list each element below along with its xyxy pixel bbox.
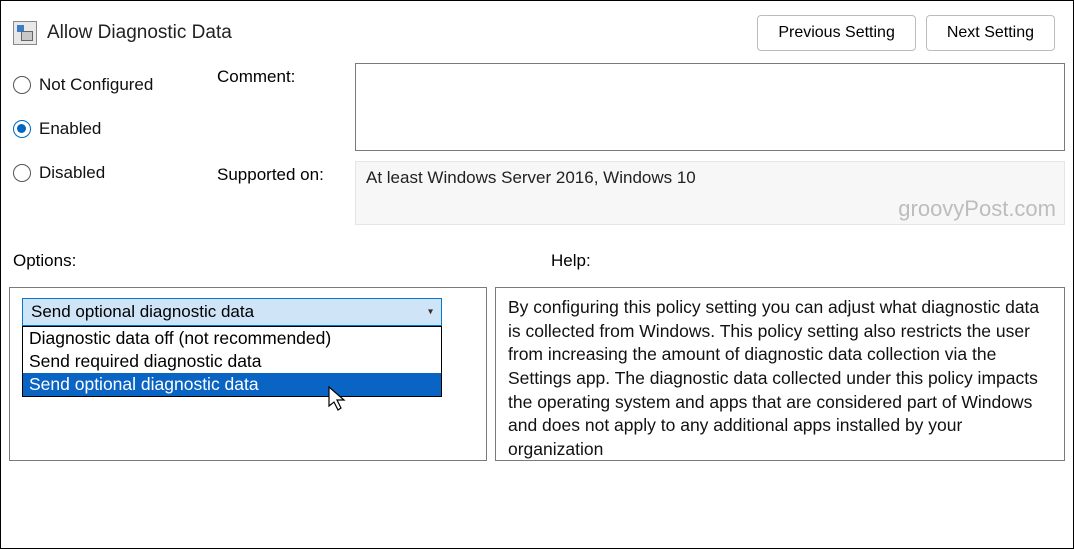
radio-label: Disabled (39, 163, 105, 183)
dropdown-option-optional[interactable]: Send optional diagnostic data (23, 373, 441, 396)
dropdown-selected[interactable]: Send optional diagnostic data ▾ (22, 298, 442, 326)
comment-label: Comment: (217, 63, 355, 87)
radio-icon (13, 76, 31, 94)
window-title: Allow Diagnostic Data (47, 22, 232, 44)
radio-label: Not Configured (39, 75, 153, 95)
supported-on-text: At least Windows Server 2016, Windows 10 (366, 168, 696, 187)
supported-on-label: Supported on: (217, 161, 355, 185)
help-section-label: Help: (551, 251, 591, 271)
options-section-label: Options: (13, 251, 551, 271)
help-panel: By configuring this policy setting you c… (495, 287, 1065, 461)
supported-on-value: At least Windows Server 2016, Windows 10… (355, 161, 1065, 225)
radio-not-configured[interactable]: Not Configured (13, 75, 211, 95)
chevron-down-icon: ▾ (428, 307, 433, 318)
next-setting-button[interactable]: Next Setting (926, 15, 1055, 51)
dropdown-option-required[interactable]: Send required diagnostic data (23, 350, 441, 373)
options-panel: Send optional diagnostic data ▾ Diagnost… (9, 287, 487, 461)
radio-icon (13, 120, 31, 138)
nav-buttons: Previous Setting Next Setting (757, 15, 1055, 51)
policy-icon (13, 21, 37, 45)
watermark-text: groovyPost.com (898, 196, 1056, 222)
radio-disabled[interactable]: Disabled (13, 163, 211, 183)
previous-setting-button[interactable]: Previous Setting (757, 15, 916, 51)
dropdown-list: Diagnostic data off (not recommended) Se… (22, 326, 442, 397)
dropdown-option-off[interactable]: Diagnostic data off (not recommended) (23, 327, 441, 350)
state-radio-group: Not Configured Enabled Disabled (13, 63, 211, 235)
title-bar: Allow Diagnostic Data Previous Setting N… (1, 1, 1073, 59)
radio-enabled[interactable]: Enabled (13, 119, 211, 139)
dropdown-selected-text: Send optional diagnostic data (31, 302, 254, 322)
radio-label: Enabled (39, 119, 101, 139)
comment-textarea[interactable] (355, 63, 1065, 151)
diagnostic-level-dropdown[interactable]: Send optional diagnostic data ▾ Diagnost… (22, 298, 442, 326)
radio-icon (13, 164, 31, 182)
help-text: By configuring this policy setting you c… (508, 297, 1039, 459)
